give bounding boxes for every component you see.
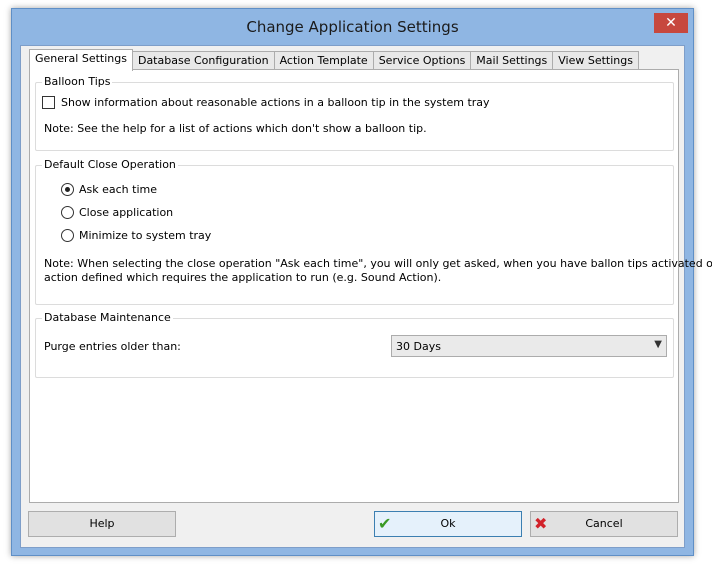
balloon-tips-checkbox-label[interactable]: Show information about reasonable action… <box>61 96 490 109</box>
close-operation-group: Default Close Operation Ask each time Cl… <box>35 158 712 305</box>
purge-label: Purge entries older than: <box>44 340 181 353</box>
chevron-down-icon: ▼ <box>654 339 662 350</box>
radio-selected-dot <box>65 187 70 192</box>
help-button-label: Help <box>89 517 115 530</box>
dialog-client-area: General Settings Database Configuration … <box>20 45 712 548</box>
close-operation-legend: Default Close Operation <box>42 158 178 171</box>
tab-mail-settings[interactable]: Mail Settings <box>470 51 554 70</box>
settings-window: Change Application Settings ✕ General Se… <box>11 8 712 556</box>
tab-action-template[interactable]: Action Template <box>273 51 374 70</box>
radio-minimize-to-tray-label[interactable]: Minimize to system tray <box>79 229 211 242</box>
tab-view-settings[interactable]: View Settings <box>552 51 639 70</box>
title-bar[interactable]: Change Application Settings ✕ <box>12 9 693 45</box>
database-maintenance-group: Database Maintenance Purge entries older… <box>35 311 674 378</box>
balloon-tips-group: Balloon Tips Show information about reas… <box>35 75 674 151</box>
ok-button[interactable]: ✔ Ok <box>374 511 522 537</box>
close-operation-note-line1: Note: When selecting the close operation… <box>44 257 712 270</box>
ok-button-label: Ok <box>440 517 456 530</box>
window-close-button[interactable]: ✕ <box>654 13 688 33</box>
purge-period-select[interactable]: 30 Days ▼ <box>391 335 667 357</box>
x-icon: ✖ <box>534 514 548 533</box>
tab-strip: General Settings Database Configuration … <box>29 49 639 71</box>
tab-service-options[interactable]: Service Options <box>372 51 472 70</box>
general-settings-panel: Balloon Tips Show information about reas… <box>29 69 712 503</box>
close-operation-note-line2: action defined which requires the applic… <box>44 271 442 284</box>
cancel-button-label: Cancel <box>585 517 623 530</box>
balloon-tips-legend: Balloon Tips <box>42 75 113 88</box>
database-maintenance-legend: Database Maintenance <box>42 311 173 324</box>
radio-close-application[interactable] <box>61 206 74 219</box>
balloon-tips-note: Note: See the help for a list of actions… <box>44 122 427 135</box>
radio-minimize-to-tray[interactable] <box>61 229 74 242</box>
check-icon: ✔ <box>378 514 392 533</box>
tab-database-configuration[interactable]: Database Configuration <box>131 51 275 70</box>
purge-period-value: 30 Days <box>396 340 441 353</box>
cancel-button[interactable]: ✖ Cancel <box>530 511 678 537</box>
radio-close-application-label[interactable]: Close application <box>79 206 173 219</box>
balloon-tips-checkbox[interactable] <box>42 96 55 109</box>
radio-ask-each-time-label[interactable]: Ask each time <box>79 183 157 196</box>
window-title: Change Application Settings <box>246 18 459 36</box>
radio-ask-each-time[interactable] <box>61 183 74 196</box>
help-button[interactable]: Help <box>28 511 176 537</box>
tab-general-settings[interactable]: General Settings <box>29 49 133 71</box>
